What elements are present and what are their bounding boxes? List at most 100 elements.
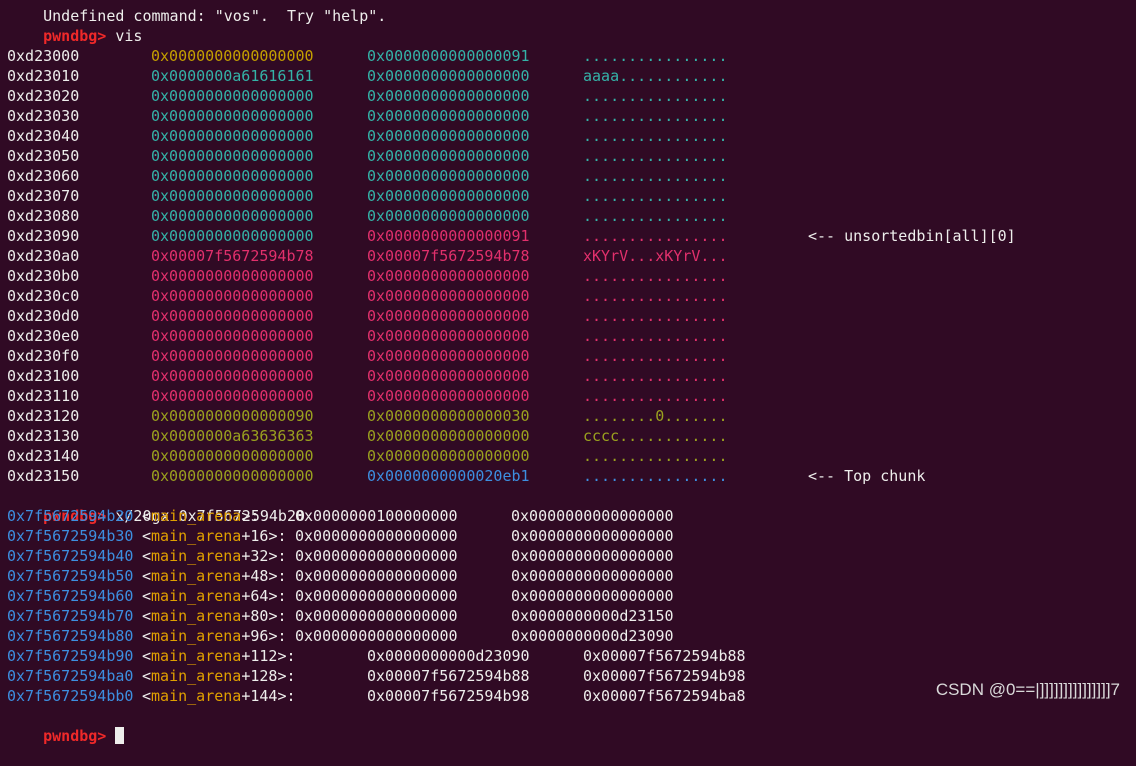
heap-ascii: ................ xyxy=(583,227,728,245)
heap-word-1: 0x0000000000000000 xyxy=(151,167,314,185)
heap-ascii: ................ xyxy=(583,127,728,145)
heap-row: 0xd230a0 0x00007f5672594b78 0x00007f567259… xyxy=(7,246,1136,266)
heap-ascii: ................ xyxy=(583,187,728,205)
memory-value-1: 0x0000000000000000 xyxy=(295,567,458,585)
heap-address: 0xd23030 xyxy=(7,107,80,125)
heap-address: 0xd230d0 xyxy=(7,307,80,325)
heap-ascii: ................ xyxy=(583,287,728,305)
symbol-offset: +144 xyxy=(241,687,278,705)
heap-ascii: ................ xyxy=(583,107,728,125)
heap-ascii: ................ xyxy=(583,327,728,345)
symbol-offset: +48 xyxy=(241,567,269,585)
heap-word-1: 0x0000000000000000 xyxy=(151,227,314,245)
memory-row: 0x7f5672594b50 <main_arena+48>: 0x00000000… xyxy=(7,566,1136,586)
heap-ascii: cccc............ xyxy=(583,427,728,445)
symbol-name: main_arena xyxy=(151,687,242,705)
memory-address: 0x7f5672594b40 xyxy=(7,547,134,565)
heap-ascii: ................ xyxy=(583,367,728,385)
heap-address: 0xd23070 xyxy=(7,187,80,205)
symbol-name: main_arena xyxy=(151,527,242,545)
heap-row: 0xd230f0 0x0000000000000000 0x000000000000… xyxy=(7,346,1136,366)
heap-word-2: 0x0000000000000000 xyxy=(367,187,530,205)
heap-word-2: 0x0000000000000000 xyxy=(367,107,530,125)
memory-value-1: 0x00007f5672594b88 xyxy=(367,667,530,685)
memory-address: 0x7f5672594b90 xyxy=(7,647,134,665)
prompt-line-current[interactable]: pwndbg> xyxy=(7,706,1136,745)
heap-word-2: 0x0000000000000091 xyxy=(367,227,530,245)
memory-value-2: 0x0000000000d23150 xyxy=(511,607,674,625)
symbol-name: main_arena xyxy=(151,507,242,525)
memory-value-2: 0x0000000000000000 xyxy=(511,587,674,605)
symbol-label: <main_arena+80>: xyxy=(142,607,287,625)
heap-row: 0xd23040 0x0000000000000000 0x000000000000… xyxy=(7,126,1136,146)
heap-word-2: 0x0000000000000000 xyxy=(367,167,530,185)
heap-address: 0xd230e0 xyxy=(7,327,80,345)
heap-word-2: 0x0000000000000000 xyxy=(367,207,530,225)
heap-row: 0xd23020 0x0000000000000000 0x000000000000… xyxy=(7,86,1136,106)
heap-word-1: 0x0000000000000000 xyxy=(151,327,314,345)
heap-word-2: 0x0000000000000000 xyxy=(367,387,530,405)
symbol-label: <main_arena+64>: xyxy=(142,587,287,605)
memory-row: 0x7f5672594b80 <main_arena+96>: 0x00000000… xyxy=(7,626,1136,646)
memory-row: 0x7f5672594b30 <main_arena+16>: 0x00000000… xyxy=(7,526,1136,546)
heap-ascii: ................ xyxy=(583,447,728,465)
prompt-label: pwndbg> xyxy=(43,727,107,745)
heap-word-1: 0x0000000000000090 xyxy=(151,407,314,425)
heap-word-1: 0x0000000000000000 xyxy=(151,287,314,305)
heap-row: 0xd23000 0x0000000000000000 0x000000000000… xyxy=(7,46,1136,66)
heap-address: 0xd23140 xyxy=(7,447,80,465)
symbol-label: <main_arena+32>: xyxy=(142,547,287,565)
symbol-offset: +128 xyxy=(241,667,278,685)
heap-row: 0xd23110 0x0000000000000000 0x000000000000… xyxy=(7,386,1136,406)
memory-value-2: 0x0000000000000000 xyxy=(511,567,674,585)
symbol-name: main_arena xyxy=(151,667,242,685)
heap-row: 0xd23100 0x0000000000000000 0x000000000000… xyxy=(7,366,1136,386)
symbol-offset: +112 xyxy=(241,647,278,665)
memory-value-1: 0x00007f5672594b98 xyxy=(367,687,530,705)
memory-value-1: 0x0000000000000000 xyxy=(295,627,458,645)
heap-word-2: 0x0000000000000000 xyxy=(367,67,530,85)
heap-address: 0xd23090 xyxy=(7,227,80,245)
heap-word-1: 0x0000000000000000 xyxy=(151,307,314,325)
symbol-name: main_arena xyxy=(151,587,242,605)
symbol-name: main_arena xyxy=(151,647,242,665)
heap-address: 0xd23080 xyxy=(7,207,80,225)
heap-row: 0xd23140 0x0000000000000000 0x000000000000… xyxy=(7,446,1136,466)
heap-row: 0xd23080 0x0000000000000000 0x000000000000… xyxy=(7,206,1136,226)
heap-address: 0xd23010 xyxy=(7,67,80,85)
heap-annotation: <-- Top chunk xyxy=(808,467,926,485)
heap-word-2: 0x0000000000000000 xyxy=(367,127,530,145)
symbol-label: <main_arena+112>: xyxy=(142,647,296,665)
heap-word-2: 0x0000000000000000 xyxy=(367,307,530,325)
memory-value-1: 0x0000000000000000 xyxy=(295,587,458,605)
heap-visualization: 0xd23000 0x0000000000000000 0x000000000000… xyxy=(7,46,1136,486)
heap-ascii: ................ xyxy=(583,167,728,185)
memory-value-1: 0x0000000000d23090 xyxy=(367,647,530,665)
terminal-output[interactable]: Undefined command: "vos". Try "help". pw… xyxy=(7,0,1136,745)
heap-address: 0xd23110 xyxy=(7,387,80,405)
watermark: CSDN @0==|]]]]]]]]]]]]]]]7 xyxy=(935,680,1120,699)
heap-ascii: ................ xyxy=(583,467,728,485)
symbol-label: <main_arena>: xyxy=(142,507,260,525)
heap-word-1: 0x0000000000000000 xyxy=(151,207,314,225)
text-cursor xyxy=(115,727,125,744)
heap-word-1: 0x0000000000000000 xyxy=(151,387,314,405)
memory-value-1: 0x0000000100000000 xyxy=(295,507,458,525)
heap-ascii: ................ xyxy=(583,387,728,405)
symbol-label: <main_arena+96>: xyxy=(142,627,287,645)
memory-address: 0x7f5672594b60 xyxy=(7,587,134,605)
heap-ascii: ................ xyxy=(583,347,728,365)
heap-address: 0xd230a0 xyxy=(7,247,80,265)
heap-row: 0xd230b0 0x0000000000000000 0x000000000000… xyxy=(7,266,1136,286)
memory-value-2: 0x0000000000d23090 xyxy=(511,627,674,645)
heap-word-1: 0x0000000000000000 xyxy=(151,87,314,105)
heap-ascii: xKYrV...xKYrV... xyxy=(583,247,728,265)
heap-address: 0xd230f0 xyxy=(7,347,80,365)
heap-word-1: 0x0000000000000000 xyxy=(151,187,314,205)
memory-value-2: 0x00007f5672594b98 xyxy=(583,667,746,685)
heap-word-2: 0x0000000000000000 xyxy=(367,267,530,285)
memory-row: 0x7f5672594b70 <main_arena+80>: 0x00000000… xyxy=(7,606,1136,626)
symbol-offset: +96 xyxy=(241,627,269,645)
heap-row: 0xd230e0 0x0000000000000000 0x000000000000… xyxy=(7,326,1136,346)
